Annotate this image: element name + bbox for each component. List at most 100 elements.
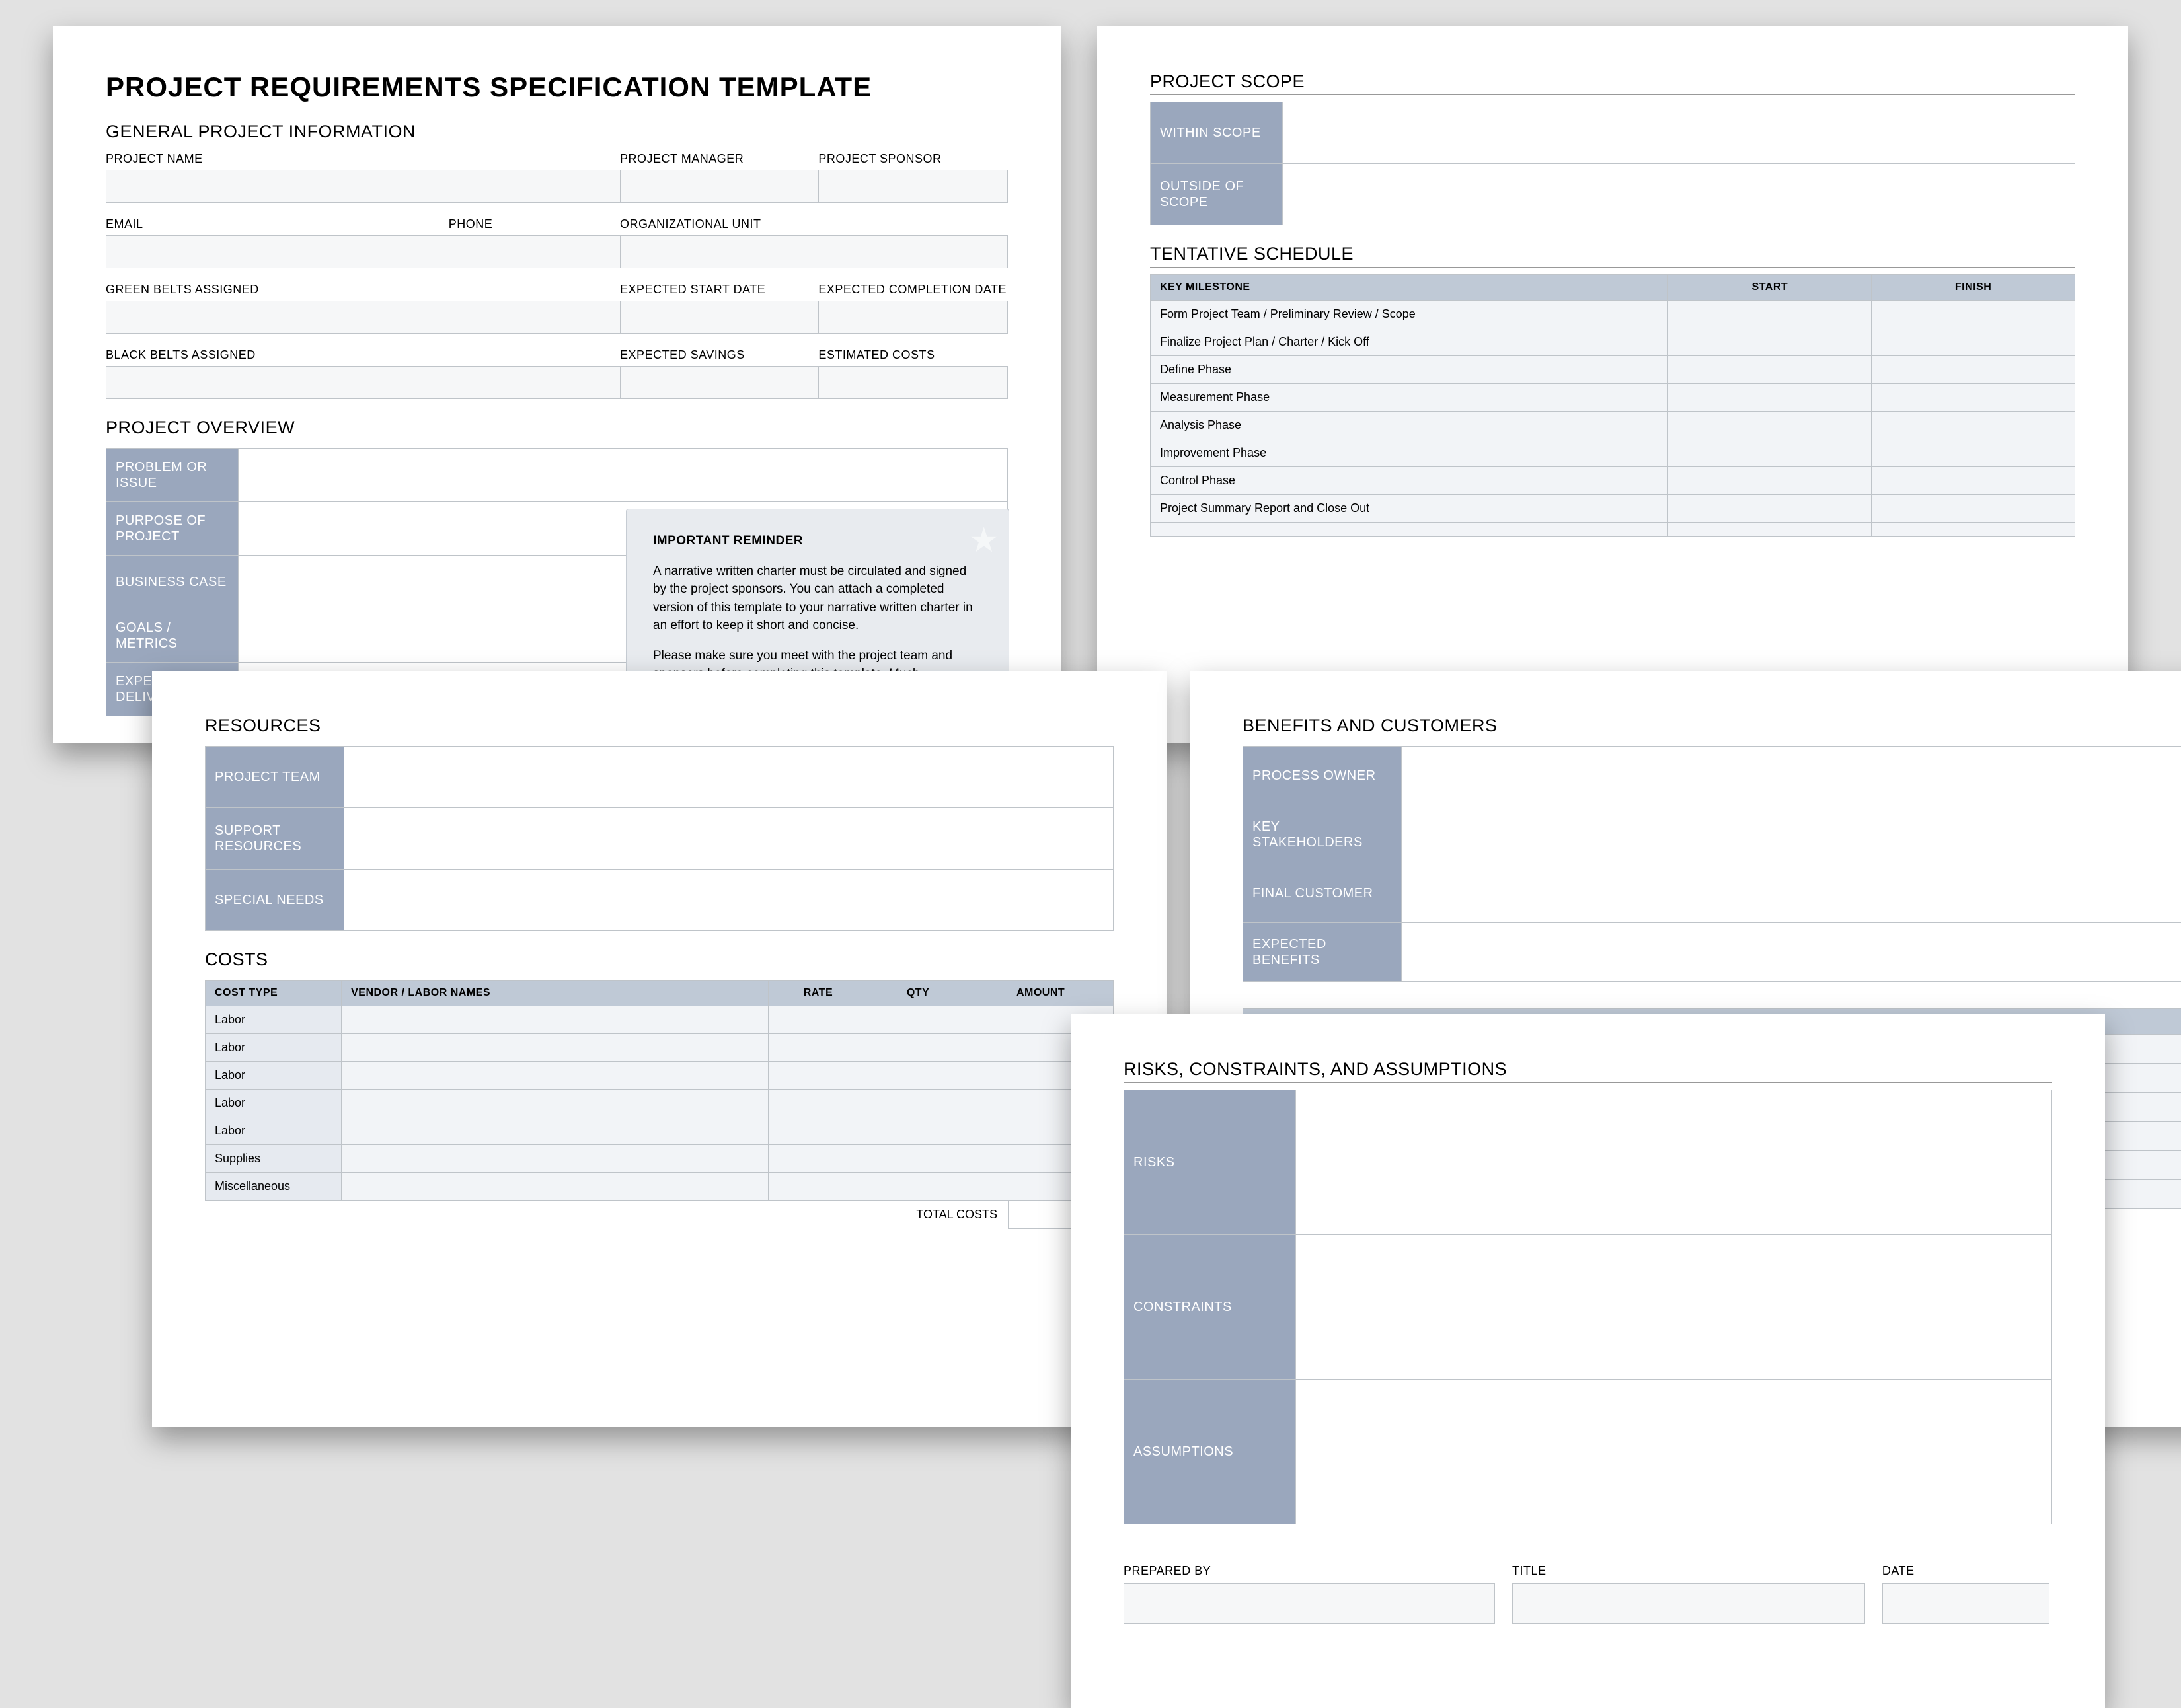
res-team: PROJECT TEAM: [206, 747, 344, 807]
lbl-email: EMAIL: [106, 217, 449, 231]
sch-r7-finish[interactable]: [1872, 495, 2075, 523]
res-support-val[interactable]: [344, 808, 1113, 869]
ben-stake: KEY STAKEHOLDERS: [1243, 805, 1402, 864]
cost-r1-rate[interactable]: [768, 1034, 868, 1062]
lbl-phone: PHONE: [449, 217, 620, 231]
scope-in-val[interactable]: [1283, 102, 2075, 163]
section-scope: PROJECT SCOPE: [1150, 71, 2075, 92]
sch-r6: Control Phase: [1151, 467, 1668, 495]
sch-r4-start[interactable]: [1668, 412, 1872, 439]
cost-r5-vendor[interactable]: [342, 1145, 769, 1173]
sch-r0-finish[interactable]: [1872, 301, 2075, 328]
sig-date-box[interactable]: [1882, 1583, 2049, 1624]
cost-r2: Labor: [206, 1062, 342, 1090]
risks-val[interactable]: [1296, 1090, 2051, 1234]
sch-r2-start[interactable]: [1668, 356, 1872, 384]
sig-title-label: TITLE: [1512, 1564, 1865, 1578]
constraints-val[interactable]: [1296, 1235, 2051, 1379]
cost-r4-qty[interactable]: [868, 1117, 968, 1145]
sch-r1-start[interactable]: [1668, 328, 1872, 356]
page-5: RISKS, CONSTRAINTS, AND ASSUMPTIONS RISK…: [1071, 1014, 2105, 1708]
reminder-title: IMPORTANT REMINDER: [653, 532, 982, 550]
sch-r6-start[interactable]: [1668, 467, 1872, 495]
cost-r1-vendor[interactable]: [342, 1034, 769, 1062]
ben-customer-val[interactable]: [1402, 864, 2181, 922]
sig-title-box[interactable]: [1512, 1583, 1865, 1624]
cost-h1: COST TYPE: [206, 981, 342, 1006]
sch-r2: Define Phase: [1151, 356, 1668, 384]
sch-r1: Finalize Project Plan / Charter / Kick O…: [1151, 328, 1668, 356]
page-3: RESOURCES PROJECT TEAM SUPPORT RESOURCES…: [152, 671, 1167, 1427]
input-phone[interactable]: [449, 235, 620, 268]
sch-r8-start[interactable]: [1668, 523, 1872, 537]
cost-r1-qty[interactable]: [868, 1034, 968, 1062]
section-overview: PROJECT OVERVIEW: [106, 418, 1008, 438]
sch-r5-finish[interactable]: [1872, 439, 2075, 467]
scope-in: WITHIN SCOPE: [1151, 102, 1283, 163]
res-team-val[interactable]: [344, 747, 1113, 807]
sch-r1-finish[interactable]: [1872, 328, 2075, 356]
cost-r6-vendor[interactable]: [342, 1173, 769, 1201]
section-resources: RESOURCES: [205, 716, 1114, 736]
input-exp-complete[interactable]: [818, 301, 1008, 334]
cost-r3-rate[interactable]: [768, 1090, 868, 1117]
sig-prepared-box[interactable]: [1124, 1583, 1495, 1624]
cost-r2-qty[interactable]: [868, 1062, 968, 1090]
input-green-belts[interactable]: [106, 301, 620, 334]
cost-r2-rate[interactable]: [768, 1062, 868, 1090]
res-special-val[interactable]: [344, 870, 1113, 930]
sch-r4-finish[interactable]: [1872, 412, 2075, 439]
ov-purpose: PURPOSE OF PROJECT: [106, 502, 239, 555]
input-est-costs[interactable]: [818, 366, 1008, 399]
sch-r2-finish[interactable]: [1872, 356, 2075, 384]
assumptions-val[interactable]: [1296, 1380, 2051, 1524]
ov-goals: GOALS / METRICS: [106, 609, 239, 662]
sch-r7-start[interactable]: [1668, 495, 1872, 523]
cost-h2: VENDOR / LABOR NAMES: [342, 981, 769, 1006]
sch-r3-finish[interactable]: [1872, 384, 2075, 412]
cost-r0-vendor[interactable]: [342, 1006, 769, 1034]
cost-r3-qty[interactable]: [868, 1090, 968, 1117]
schedule-table: KEY MILESTONE START FINISH Form Project …: [1150, 274, 2075, 537]
sch-r8-finish[interactable]: [1872, 523, 2075, 537]
total-costs-label: TOTAL COSTS: [905, 1201, 1008, 1228]
ben-owner-val[interactable]: [1402, 747, 2181, 805]
sch-r8[interactable]: [1151, 523, 1668, 537]
input-org-unit[interactable]: [620, 235, 1008, 268]
scope-out-val[interactable]: [1283, 164, 2075, 225]
cost-r5-qty[interactable]: [868, 1145, 968, 1173]
lbl-exp-savings: EXPECTED SAVINGS: [620, 348, 818, 362]
cost-r2-vendor[interactable]: [342, 1062, 769, 1090]
sch-r5-start[interactable]: [1668, 439, 1872, 467]
cost-r5-rate[interactable]: [768, 1145, 868, 1173]
ben-stake-val[interactable]: [1402, 805, 2181, 864]
input-project-sponsor[interactable]: [818, 170, 1008, 203]
sch-r0-start[interactable]: [1668, 301, 1872, 328]
cost-r6-qty[interactable]: [868, 1173, 968, 1201]
ben-expected-val[interactable]: [1402, 923, 2181, 981]
lbl-est-costs: ESTIMATED COSTS: [818, 348, 1008, 362]
input-black-belts[interactable]: [106, 366, 620, 399]
input-exp-start[interactable]: [620, 301, 818, 334]
input-project-name[interactable]: [106, 170, 620, 203]
cost-r4-vendor[interactable]: [342, 1117, 769, 1145]
sch-r6-finish[interactable]: [1872, 467, 2075, 495]
ov-problem-val[interactable]: [239, 449, 1007, 501]
cost-r0-qty[interactable]: [868, 1006, 968, 1034]
cost-r5: Supplies: [206, 1145, 342, 1173]
cost-r4-rate[interactable]: [768, 1117, 868, 1145]
ben-customer: FINAL CUSTOMER: [1243, 864, 1402, 922]
section-general: GENERAL PROJECT INFORMATION: [106, 122, 1008, 142]
res-special: SPECIAL NEEDS: [206, 870, 344, 930]
cost-r6-rate[interactable]: [768, 1173, 868, 1201]
page-1: PROJECT REQUIREMENTS SPECIFICATION TEMPL…: [53, 26, 1061, 743]
section-benefits: BENEFITS AND CUSTOMERS: [1243, 716, 2181, 736]
cost-r3-vendor[interactable]: [342, 1090, 769, 1117]
input-email[interactable]: [106, 235, 449, 268]
sig-date-label: DATE: [1882, 1564, 2049, 1578]
cost-r1: Labor: [206, 1034, 342, 1062]
cost-r0-rate[interactable]: [768, 1006, 868, 1034]
sch-r3-start[interactable]: [1668, 384, 1872, 412]
input-project-manager[interactable]: [620, 170, 818, 203]
input-exp-savings[interactable]: [620, 366, 818, 399]
